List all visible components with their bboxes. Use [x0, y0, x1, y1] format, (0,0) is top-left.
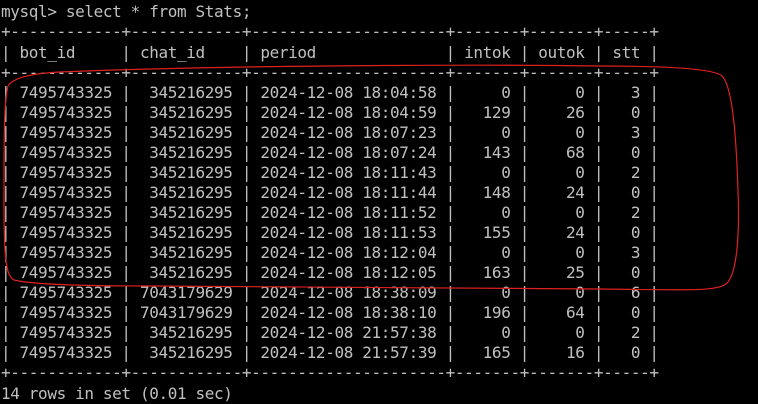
table-header-row: | bot_id | chat_id | period | intok | ou…	[1, 43, 659, 62]
table-border-top: +------------+------------+-------------…	[1, 22, 659, 41]
table-row: | 7495743325 | 345216295 | 2024-12-08 21…	[1, 343, 659, 362]
table-row: | 7495743325 | 345216295 | 2024-12-08 18…	[1, 163, 659, 182]
table-row: | 7495743325 | 345216295 | 2024-12-08 18…	[1, 123, 659, 142]
table-row: | 7495743325 | 345216295 | 2024-12-08 21…	[1, 323, 659, 342]
terminal-window[interactable]: mysql> select * from Stats; +-----------…	[0, 0, 758, 404]
table-border-bottom: +------------+------------+-------------…	[1, 363, 659, 382]
table-row: | 7495743325 | 345216295 | 2024-12-08 18…	[1, 263, 659, 282]
table-border-header: +------------+------------+-------------…	[1, 63, 659, 82]
table-row: | 7495743325 | 345216295 | 2024-12-08 18…	[1, 223, 659, 242]
table-row: | 7495743325 | 345216295 | 2024-12-08 18…	[1, 203, 659, 222]
table-row: | 7495743325 | 345216295 | 2024-12-08 18…	[1, 143, 659, 162]
table-row: | 7495743325 | 345216295 | 2024-12-08 18…	[1, 83, 659, 102]
table-row: | 7495743325 | 7043179629 | 2024-12-08 1…	[1, 303, 659, 322]
command-line: mysql> select * from Stats;	[1, 2, 252, 21]
result-summary: 14 rows in set (0.01 sec)	[1, 384, 233, 403]
table-row: | 7495743325 | 345216295 | 2024-12-08 18…	[1, 103, 659, 122]
table-row: | 7495743325 | 345216295 | 2024-12-08 18…	[1, 243, 659, 262]
table-row: | 7495743325 | 345216295 | 2024-12-08 18…	[1, 183, 659, 202]
table-row: | 7495743325 | 7043179629 | 2024-12-08 1…	[1, 283, 659, 302]
